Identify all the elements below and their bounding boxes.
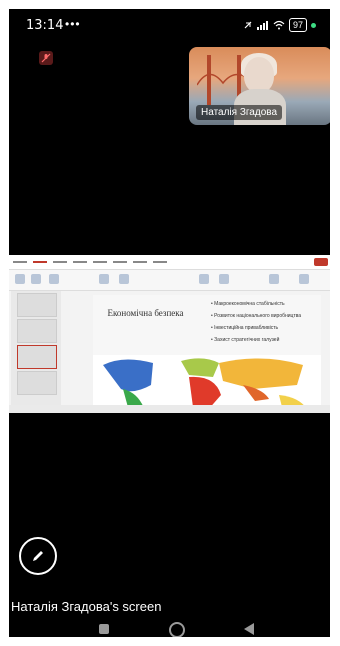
slide-thumbnail-selected [17, 345, 57, 369]
slide-bullet: • Інвестиційна привабливість [211, 325, 279, 331]
slide-thumbnail [17, 293, 57, 317]
tool-icon [31, 274, 41, 284]
status-bar: 13:14 ••• 97 [9, 9, 330, 39]
tool-icon [49, 274, 59, 284]
slide-title: Економічна безпека [107, 308, 184, 318]
share-button [314, 258, 328, 266]
tool-icon [15, 274, 25, 284]
green-dot-icon [311, 22, 316, 28]
ribbon-tab-active [33, 261, 47, 263]
status-time: 13:14 [26, 18, 64, 33]
current-slide: Економічна безпека • Макроекономічна ста… [93, 295, 321, 411]
tool-icon [219, 274, 229, 284]
status-dots: ••• [65, 17, 81, 31]
square-nav-icon[interactable] [99, 624, 109, 634]
tool-icon [119, 274, 129, 284]
mic-off-icon[interactable] [39, 51, 53, 65]
ppt-status-bar [9, 405, 330, 413]
tool-icon [99, 274, 109, 284]
phone-screen: 13:14 ••• 97 Наталія Згадова Економічна … [9, 9, 330, 637]
ppt-ribbon-tabs [9, 255, 330, 270]
slide-thumbnail [17, 371, 57, 395]
ribbon-tab [133, 261, 147, 263]
ribbon-tab [153, 261, 167, 263]
signal-icon [256, 21, 268, 30]
slide-thumbnails [11, 291, 61, 411]
slide-bullets: • Макроекономічна стабільність • Розвито… [211, 301, 319, 349]
slide-bullet: • Макроекономічна стабільність [211, 301, 285, 307]
android-nav-bar [9, 619, 330, 637]
ribbon-tab [113, 261, 127, 263]
slide-bullet: • Розвиток національного виробництва [211, 313, 302, 319]
participant-face [244, 57, 274, 93]
ribbon-tab [53, 261, 67, 263]
tool-icon [299, 274, 309, 284]
world-map-image [93, 355, 321, 411]
ribbon-tab [73, 261, 87, 263]
participant-name: Наталія Згадова [196, 105, 283, 120]
ribbon-tab [13, 261, 27, 263]
back-nav-icon[interactable] [244, 623, 254, 635]
wifi-icon [273, 20, 285, 30]
ribbon-tab-row [13, 261, 167, 263]
participant-video-pip[interactable]: Наталія Згадова [189, 47, 330, 125]
pen-icon [33, 551, 43, 561]
ribbon-tab [93, 261, 107, 263]
shared-screen[interactable]: Економічна безпека • Макроекономічна ста… [9, 255, 330, 413]
pen-button[interactable] [19, 537, 57, 575]
home-nav-icon[interactable] [169, 622, 185, 637]
ppt-ribbon-tools [9, 270, 330, 291]
mute-icon [244, 21, 252, 29]
slide-thumbnail [17, 319, 57, 343]
screen-owner-label: Наталія Згадова's screen [11, 599, 162, 614]
battery-indicator: 97 [288, 18, 307, 32]
tool-icon [269, 274, 279, 284]
slide-bullet: • Захист стратегічних галузей [211, 337, 280, 343]
tool-icon [199, 274, 209, 284]
status-right: 97 [243, 18, 316, 32]
